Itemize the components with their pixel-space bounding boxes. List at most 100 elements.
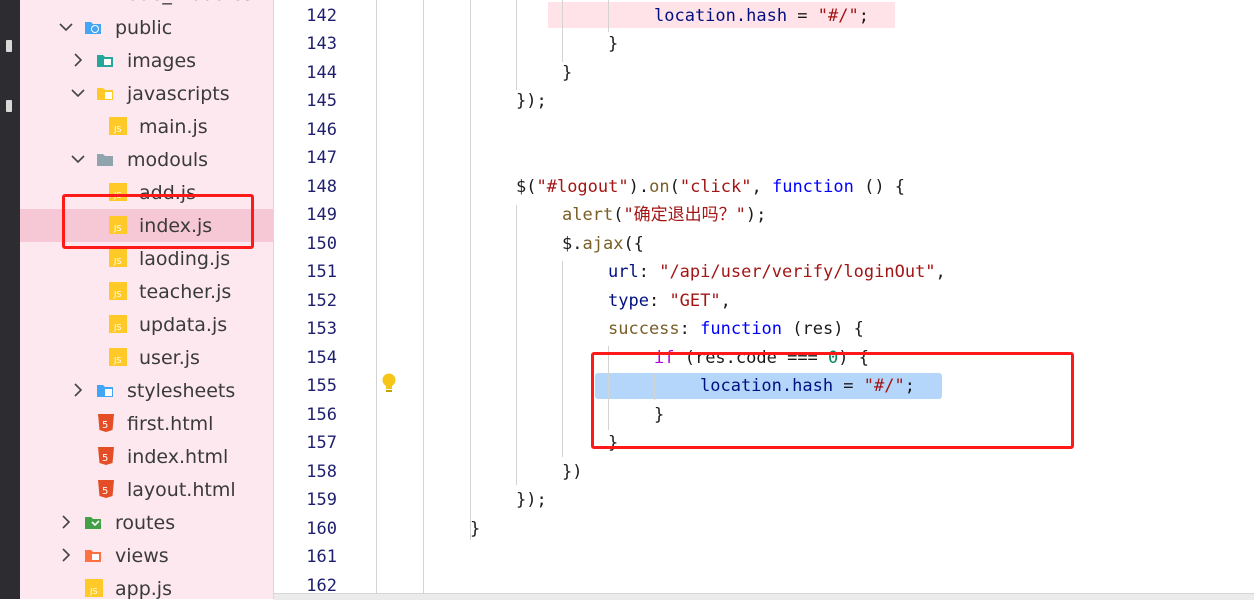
tree-item-label: views [115, 545, 169, 567]
html-file-icon: 5 [97, 447, 115, 465]
tree-item-label: public [115, 17, 173, 39]
chevron-right-icon[interactable] [58, 547, 74, 563]
code-line-150[interactable]: $.ajax({ [562, 233, 644, 255]
code-token: ( [669, 177, 680, 197]
line-number: 154 [306, 348, 337, 368]
code-line-144[interactable]: } [562, 62, 572, 84]
code-token: (res) { [782, 319, 864, 339]
html-file-icon: 5 [97, 480, 115, 498]
code-token: function [700, 319, 783, 339]
code-token: location.hash [654, 6, 788, 26]
tree-item-modouls[interactable]: modouls [20, 143, 273, 176]
svg-text:5: 5 [102, 453, 108, 464]
indent-guide [562, 261, 563, 457]
code-line-148[interactable]: $("#logout").on("click", function () { [516, 176, 905, 198]
svg-text:5: 5 [102, 420, 108, 431]
tree-item-label: teacher.js [139, 281, 232, 303]
javascript-file-icon: JS [109, 348, 127, 366]
code-line-145[interactable]: }); [516, 90, 547, 112]
code-line-143[interactable]: } [608, 33, 618, 55]
folder-images-icon [96, 51, 114, 69]
tree-item-stylesheets[interactable]: stylesheets [20, 374, 273, 407]
code-token: : [648, 291, 670, 311]
line-number: 149 [306, 205, 337, 225]
tree-item-index-html[interactable]: 5 index.html [20, 440, 273, 473]
code-token: "确定退出吗？" [623, 205, 746, 225]
code-token: : [679, 319, 701, 339]
activity-marker-icon[interactable] [6, 100, 12, 112]
indent-guide [608, 0, 609, 32]
tree-item-label: user.js [139, 347, 200, 369]
tree-item-user-js[interactable]: JS user.js [20, 341, 273, 374]
code-token: url [608, 262, 639, 282]
code-token: ; [858, 6, 869, 26]
svg-text:JS: JS [89, 587, 97, 596]
indent-guide [376, 0, 377, 593]
line-number: 155 [306, 376, 337, 396]
chevron-right-icon[interactable] [70, 52, 86, 68]
line-number: 159 [306, 490, 337, 510]
line-number: 151 [306, 262, 337, 282]
code-line-158[interactable]: }) [562, 461, 582, 483]
tree-item-public[interactable]: public [20, 11, 273, 44]
activity-marker-icon[interactable] [6, 40, 12, 52]
tree-item-node-modules[interactable]: node_modules [20, 0, 273, 10]
tree-item-routes[interactable]: routes [20, 506, 273, 539]
svg-text:5: 5 [102, 486, 108, 497]
tree-item-images[interactable]: images [20, 44, 273, 77]
line-number: 147 [306, 148, 337, 168]
folder-icon [96, 150, 114, 168]
code-token: ). [628, 177, 650, 197]
line-number: 142 [306, 6, 337, 26]
tree-item-javascripts[interactable]: javascripts [20, 77, 273, 110]
line-number: 152 [306, 291, 337, 311]
chevron-right-icon[interactable] [58, 0, 74, 1]
lightbulb-icon[interactable] [380, 372, 398, 394]
code-token: "#/" [817, 6, 859, 26]
javascript-file-icon: JS [109, 117, 127, 135]
code-line-149[interactable]: alert("确定退出吗？"); [562, 204, 766, 226]
indent-guide [562, 0, 563, 62]
code-token: success [608, 319, 680, 339]
line-number: 145 [306, 91, 337, 111]
code-token: type [608, 291, 649, 311]
indent-guide [470, 0, 471, 540]
tree-item-main-js[interactable]: JS main.js [20, 110, 273, 143]
chevron-down-icon[interactable] [70, 85, 86, 101]
chevron-right-icon[interactable] [70, 382, 86, 398]
folder-views-icon [84, 546, 102, 564]
tree-item-app-js[interactable]: JS app.js [20, 572, 273, 605]
tree-item-teacher-js[interactable]: JS teacher.js [20, 275, 273, 308]
svg-text:JS: JS [113, 323, 121, 332]
tree-item-label: app.js [115, 578, 172, 600]
chevron-down-icon[interactable] [70, 151, 86, 167]
code-line-142[interactable]: location.hash = "#/"; [654, 5, 869, 27]
indent-guide [516, 0, 517, 90]
javascript-file-icon: JS [109, 249, 127, 267]
tree-item-label: first.html [127, 413, 214, 435]
svg-text:JS: JS [113, 356, 121, 365]
code-line-151[interactable]: url: "/api/user/verify/loginOut", [608, 261, 946, 283]
code-token: , [751, 177, 772, 197]
tree-item-layout-html[interactable]: 5 layout.html [20, 473, 273, 506]
tree-item-views[interactable]: views [20, 539, 273, 572]
folder-javascript-icon [96, 84, 114, 102]
code-line-160[interactable]: } [470, 518, 480, 540]
code-token: ajax [582, 234, 624, 254]
code-line-152[interactable]: type: "GET", [608, 290, 731, 312]
code-token: $. [562, 234, 583, 254]
folder-routes-icon [84, 513, 102, 531]
tree-item-first-html[interactable]: 5 first.html [20, 407, 273, 440]
javascript-file-icon: JS [109, 282, 127, 300]
tree-item-updata-js[interactable]: JS updata.js [20, 308, 273, 341]
code-line-153[interactable]: success: function (res) { [608, 318, 864, 340]
code-token: "#logout" [536, 177, 629, 197]
code-line-159[interactable]: }); [516, 489, 547, 511]
tree-item-label: modouls [127, 149, 209, 171]
code-token: () { [853, 177, 906, 197]
chevron-right-icon[interactable] [58, 514, 74, 530]
chevron-down-icon[interactable] [58, 19, 74, 35]
code-editor[interactable]: 142 143 144 145 146 147 148 149 150 151 … [274, 0, 1254, 599]
code-token: ); [745, 205, 767, 225]
tree-item-label: node_modules [115, 0, 253, 5]
